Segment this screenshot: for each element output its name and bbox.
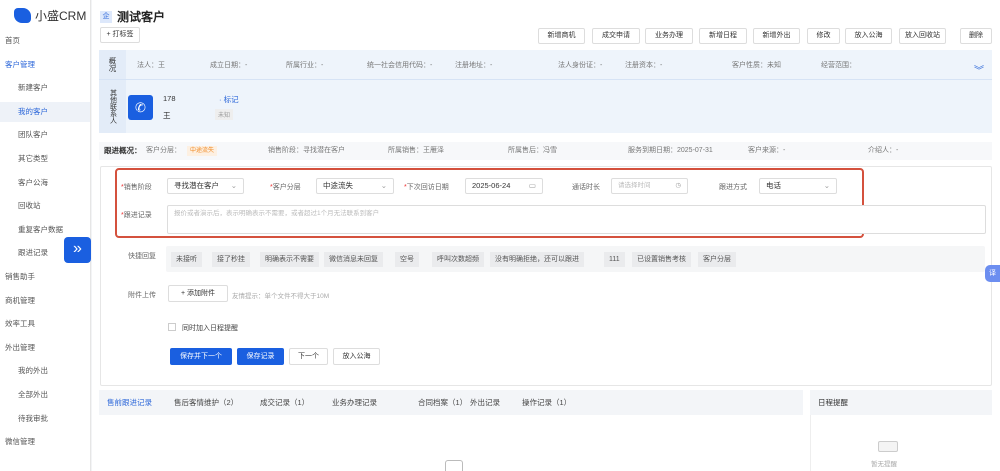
overview-field: 法人身份证：- (558, 62, 603, 69)
tab[interactable]: 操作记录（1） (522, 390, 571, 415)
quick-reply-chip[interactable]: 空号 (395, 252, 419, 267)
quick-reply-chip[interactable]: 明确表示不需要 (260, 252, 319, 267)
schedule-panel-header: 日程提醒 (810, 390, 992, 415)
quick-reply-chip[interactable]: 客户分层 (698, 252, 736, 267)
other-contacts-label: 其他联系人 (99, 80, 126, 133)
quick-reply-chip[interactable]: 呼叫次数超频 (432, 252, 484, 267)
page-title: 企测试客户 (100, 8, 165, 25)
action-button[interactable]: 删除 (960, 28, 992, 44)
overview-field: 经营范围： (821, 62, 856, 69)
followup-summary: 跟进概况： 客户分层： 中途流失 销售阶段：寻找潜在客户 所属销售：王雁泽 所属… (99, 142, 992, 160)
followup-record-textarea[interactable]: 报价或者演示后，表示明确表示不需要，或者超过1个月无法联系到客户 (167, 205, 986, 234)
tab[interactable]: 售后客情维护（2） (174, 390, 238, 415)
overview-field: 成立日期：- (210, 62, 248, 69)
company-badge: 企 (100, 10, 112, 23)
clock-icon: ◷ (675, 182, 681, 189)
contact-phone: 178 (163, 94, 176, 103)
tab[interactable]: 业务办理记录 (332, 390, 377, 415)
action-button[interactable]: 放入公海 (845, 28, 892, 44)
quick-reply-chip[interactable]: 111 (604, 252, 625, 267)
sidebar-item[interactable]: 首页 (0, 31, 90, 51)
sidebar-item[interactable]: 回收站 (0, 196, 90, 216)
contact-name: 王 (163, 111, 171, 120)
sidebar-item[interactable]: 团队客户 (0, 125, 90, 145)
sidebar-item[interactable]: 客户管理 (0, 55, 90, 75)
tab[interactable]: 外出记录 (470, 390, 500, 415)
quick-replies: 未接听 接了秒挂 明确表示不需要 微信消息未回复 空号 呼叫次数超频 没有明确拒绝，还可以跟… (166, 246, 985, 272)
expand-sidebar-button[interactable]: » (64, 237, 91, 263)
empty-box-icon (445, 460, 463, 471)
save-record-button[interactable]: 保存记录 (237, 348, 284, 365)
sales-stage-select[interactable]: 寻找潜在客户 ⌄ (167, 178, 244, 194)
overview-field: 注册资本：- (625, 62, 663, 69)
add-attachment-button[interactable]: + 添加附件 (168, 285, 228, 302)
sidebar-item[interactable]: 其它类型 (0, 149, 90, 169)
main-content: 企测试客户 + 打标签 新增商机 成交申请 业务办理 新增日程 新增外出 修改 放入公海 放入… (92, 0, 1000, 471)
customer-layer-select[interactable]: 中途流失 ⌄ (316, 178, 394, 194)
sidebar-item[interactable]: 我的客户 (0, 101, 90, 122)
calendar-icon: ▭ (528, 181, 536, 190)
quick-reply-chip[interactable]: 接了秒挂 (212, 252, 250, 267)
overview-field: 所属行业：- (286, 62, 324, 69)
action-button[interactable]: 业务办理 (645, 28, 693, 44)
action-button[interactable]: 修改 (807, 28, 840, 44)
sidebar-item[interactable]: 销售助手 (0, 267, 90, 287)
move-to-pool-button[interactable]: 放入公海 (333, 348, 380, 365)
quick-reply-chip[interactable]: 未接听 (171, 252, 202, 267)
sidebar-item[interactable]: 待我审批 (0, 409, 90, 429)
action-button[interactable]: 成交申请 (592, 28, 640, 44)
record-tabs: 售前跟进记录 售后客情维护（2） 成交记录（1） 业务办理记录 合同档案（1） 外出记录操… (99, 390, 803, 415)
quick-reply-chip[interactable]: 没有明确拒绝，还可以跟进 (490, 252, 584, 267)
layer-tag: 中途流失 (187, 146, 218, 156)
sidebar-item[interactable]: 客户公海 (0, 173, 90, 193)
add-tag-button[interactable]: + 打标签 (100, 27, 140, 43)
translate-float-button[interactable]: 译 (985, 265, 1000, 282)
sidebar-item[interactable]: 新建客户 (0, 78, 90, 98)
chevron-down-icon: ⌄ (230, 181, 237, 190)
overview-field: 注册地址：- (455, 62, 493, 69)
schedule-checkbox[interactable] (168, 323, 176, 331)
overview-panel: 概况 法人：王 成立日期：- 所属行业：- 统一社会信用代码：- 注册地址：- 法人身份证… (99, 50, 992, 133)
logo-icon (14, 8, 31, 23)
action-button[interactable]: 新增日程 (699, 28, 747, 44)
tab[interactable]: 成交记录（1） (260, 390, 309, 415)
action-button[interactable]: 新增商机 (538, 28, 585, 44)
sidebar-item[interactable]: 我的外出 (0, 361, 90, 381)
tab[interactable]: 售前跟进记录 (107, 390, 152, 415)
call-duration-input[interactable]: 请选择时间 ◷ (611, 178, 688, 194)
overview-field: 统一社会信用代码：- (367, 62, 433, 69)
action-button[interactable]: 放入回收站 (899, 28, 946, 44)
contact-status: 未知 (215, 109, 234, 120)
overview-field: 客户性质：未知 (732, 62, 781, 69)
next-visit-date-input[interactable]: 2025-06-24 ▭ (465, 178, 543, 194)
logo[interactable]: 小盛CRM (14, 7, 86, 24)
phone-icon[interactable]: ✆ (128, 95, 153, 120)
sidebar-item[interactable]: 商机管理 (0, 291, 90, 311)
sidebar-item[interactable]: 外出管理 (0, 338, 90, 358)
expand-chevron-icon[interactable]: ︾ (974, 62, 984, 77)
tab[interactable]: 合同档案（1） (418, 390, 467, 415)
chevron-down-icon: ⌄ (823, 181, 830, 190)
quick-reply-chip[interactable]: 已设置销售考核 (632, 252, 691, 267)
followup-method-select[interactable]: 电话 ⌄ (759, 178, 837, 194)
next-button[interactable]: 下一个 (289, 348, 328, 365)
save-and-next-button[interactable]: 保存并下一个 (170, 348, 232, 365)
sidebar-item[interactable]: 效率工具 (0, 314, 90, 334)
empty-inbox-icon (878, 441, 898, 452)
sidebar-item[interactable]: 全部外出 (0, 385, 90, 405)
mark-link[interactable]: · 标记 (219, 94, 239, 105)
overview-label: 概况 (99, 50, 126, 79)
sidebar-item[interactable]: 微信管理 (0, 432, 90, 452)
chevron-down-icon: ⌄ (380, 181, 387, 190)
quick-reply-chip[interactable]: 微信消息未回复 (324, 252, 383, 267)
overview-field: 法人：王 (137, 62, 165, 69)
sidebar: 小盛CRM 首页 客户管理 新建客户 我的客户 团队客户 其它类型 客户公海 回收站 重复客户数… (0, 0, 91, 471)
action-button[interactable]: 新增外出 (753, 28, 800, 44)
